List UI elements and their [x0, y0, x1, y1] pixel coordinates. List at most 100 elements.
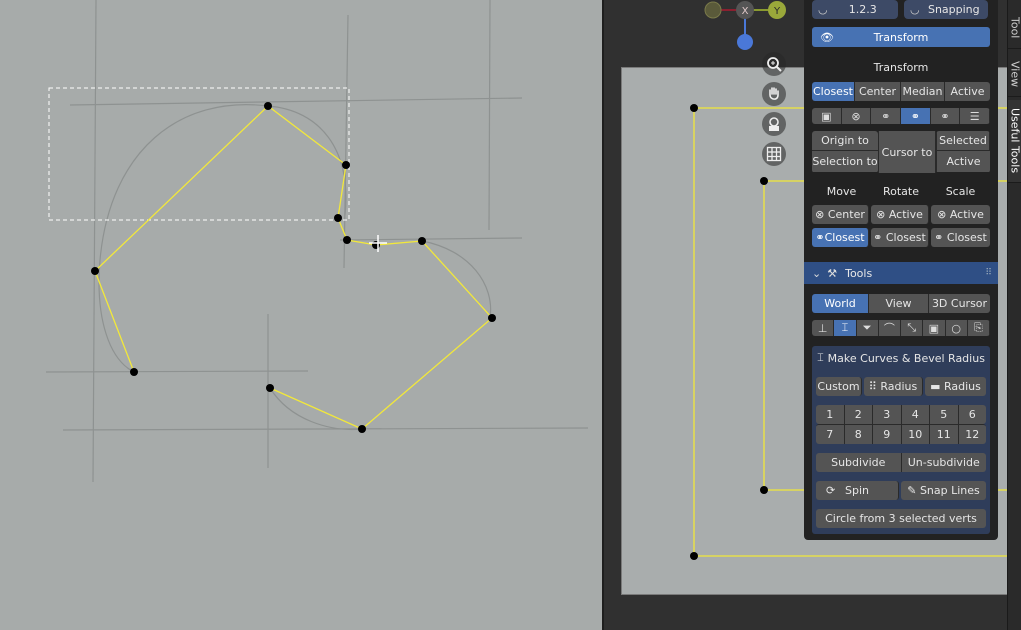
snap-list-icon[interactable]: ☰ — [960, 108, 990, 124]
vertex[interactable] — [372, 241, 380, 249]
frame-vertices[interactable] — [690, 104, 768, 560]
number-button[interactable]: 6 — [958, 405, 986, 424]
vertex[interactable] — [343, 236, 351, 244]
scale-closest-label: Closest — [946, 231, 987, 244]
radius-grid-button[interactable]: ⠿ Radius — [864, 377, 923, 396]
arc-icon[interactable]: ⌒ — [878, 320, 901, 336]
snap-lines-button[interactable]: ✎ Snap Lines — [901, 481, 986, 500]
vertex[interactable] — [690, 552, 698, 560]
snap-icon-row: ▣ ⊗ ⚭ ⚭ ⚭ ☰ — [812, 108, 990, 124]
number-button[interactable]: 12 — [958, 425, 986, 444]
subdivide-button[interactable]: Subdivide — [816, 453, 902, 472]
radius-label: Radius — [944, 380, 981, 393]
snap-link-icon[interactable]: ⚭ — [871, 108, 902, 124]
camera-icon[interactable] — [762, 112, 786, 136]
tool-mode-icons: ⊥ ⌶ ⏷ ⌒ ⤡ ▣ ○ ⎘ — [812, 320, 990, 336]
funnel-icon[interactable]: ⏷ — [856, 320, 879, 336]
snap-center-icon[interactable]: ⊗ — [841, 108, 872, 124]
vertex[interactable] — [342, 161, 350, 169]
transform-title: Transform — [873, 60, 929, 74]
orientation-world[interactable]: World — [812, 294, 869, 313]
rotate-active-button[interactable]: ⊗ Active — [871, 205, 929, 224]
grid-icon[interactable] — [762, 142, 786, 166]
tab-useful-tools[interactable]: Useful Tools — [1008, 100, 1021, 183]
zoom-icon[interactable] — [762, 52, 786, 76]
version-dropdown[interactable]: 1.2.3 — [828, 3, 898, 16]
left-viewport-canvas[interactable] — [0, 0, 602, 630]
gizmo-z-axis[interactable] — [737, 34, 753, 50]
vertex[interactable] — [690, 104, 698, 112]
vertex[interactable] — [760, 486, 768, 494]
vertex[interactable] — [760, 177, 768, 185]
curve-edges — [94, 105, 493, 430]
tab-view[interactable]: View — [1008, 52, 1021, 97]
vertex[interactable] — [334, 214, 342, 222]
origin-to-button[interactable]: Origin to — [812, 131, 878, 151]
orientation-selector[interactable]: World View 3D Cursor — [812, 294, 990, 313]
camera-tool-icon[interactable]: ⎘ — [967, 320, 990, 336]
vertex[interactable] — [130, 368, 138, 376]
selected-button[interactable]: Selected — [936, 131, 990, 151]
number-button[interactable]: 3 — [873, 405, 902, 424]
move-center-label: Center — [827, 208, 865, 221]
orientation-view[interactable]: View — [869, 294, 929, 313]
curve-vertices[interactable] — [91, 102, 496, 433]
snapping-dropdown[interactable]: Snapping — [920, 3, 988, 16]
navigation-gizmo[interactable]: X Y — [700, 0, 800, 55]
scale-active-button[interactable]: ⊗ Active — [931, 205, 990, 224]
frame-icon[interactable]: ▣ — [923, 320, 946, 336]
measure-icon[interactable]: ⤡ — [901, 320, 924, 336]
vertex[interactable] — [264, 102, 272, 110]
link-icon: ⚭ — [873, 231, 883, 244]
vertex[interactable] — [266, 384, 274, 392]
vertex[interactable] — [358, 425, 366, 433]
number-button[interactable]: 10 — [901, 425, 930, 444]
snap-active-icon[interactable]: ⚭ — [930, 108, 961, 124]
number-button[interactable]: 4 — [901, 405, 930, 424]
transform-toggle-button[interactable]: 👁 Transform — [812, 27, 990, 47]
number-button[interactable]: 9 — [873, 425, 902, 444]
tab-tool[interactable]: Tool — [1008, 8, 1021, 49]
number-button[interactable]: 1 — [816, 405, 845, 424]
sidebar-tabs: Tool View Useful Tools — [1007, 0, 1021, 630]
number-button[interactable]: 5 — [930, 405, 959, 424]
subdivide-row: Subdivide Un-subdivide — [816, 453, 986, 472]
orientation-3d-cursor[interactable]: 3D Cursor — [929, 294, 990, 313]
pivot-median[interactable]: Median — [901, 82, 945, 101]
gizmo-neg-x[interactable] — [704, 1, 722, 19]
snap-closest-icon[interactable]: ⚭ — [901, 108, 931, 124]
circle-from-verts-button[interactable]: Circle from 3 selected verts — [816, 509, 986, 528]
pencil-icon: ✎ — [907, 484, 917, 497]
unsubdivide-button[interactable]: Un-subdivide — [901, 453, 986, 472]
tools-panel-header[interactable]: ⌄ ⚒ Tools ⠿ — [804, 262, 998, 284]
snap-vertex-icon[interactable]: ▣ — [812, 108, 842, 124]
selection-to-button[interactable]: Selection to — [812, 151, 878, 172]
move-center-button[interactable]: ⊗ Center — [812, 205, 869, 224]
hand-icon[interactable] — [762, 82, 786, 106]
number-button[interactable]: 7 — [816, 425, 845, 444]
move-closest-button[interactable]: ⚭ Closest — [812, 228, 869, 247]
vertex[interactable] — [91, 267, 99, 275]
spin-label: Spin — [845, 484, 869, 497]
pivot-selector[interactable]: Closest Center Median Active — [812, 82, 990, 101]
number-button[interactable]: 8 — [844, 425, 873, 444]
radius-row: Custom ⠿ Radius ▬ Radius — [816, 377, 986, 396]
scale-closest-button[interactable]: ⚭ Closest — [931, 228, 990, 247]
custom-button[interactable]: Custom — [816, 377, 862, 396]
pivot-center[interactable]: Center — [855, 82, 901, 101]
drag-handle-icon[interactable]: ⠿ — [985, 268, 992, 278]
pivot-closest[interactable]: Closest — [812, 82, 855, 101]
active-button[interactable]: Active — [936, 151, 990, 172]
number-button[interactable]: 11 — [930, 425, 959, 444]
curve-bevel-icon[interactable]: ⌶ — [834, 320, 857, 336]
circle-icon[interactable]: ○ — [945, 320, 968, 336]
spin-button[interactable]: ⟳ Spin — [816, 481, 899, 500]
number-button[interactable]: 2 — [844, 405, 873, 424]
radius-bar-button[interactable]: ▬ Radius — [925, 377, 986, 396]
pivot-active[interactable]: Active — [945, 82, 990, 101]
vertex[interactable] — [488, 314, 496, 322]
left-viewport[interactable] — [0, 0, 602, 630]
axis-icon[interactable]: ⊥ — [812, 320, 835, 336]
rotate-closest-button[interactable]: ⚭ Closest — [871, 228, 929, 247]
vertex[interactable] — [418, 237, 426, 245]
